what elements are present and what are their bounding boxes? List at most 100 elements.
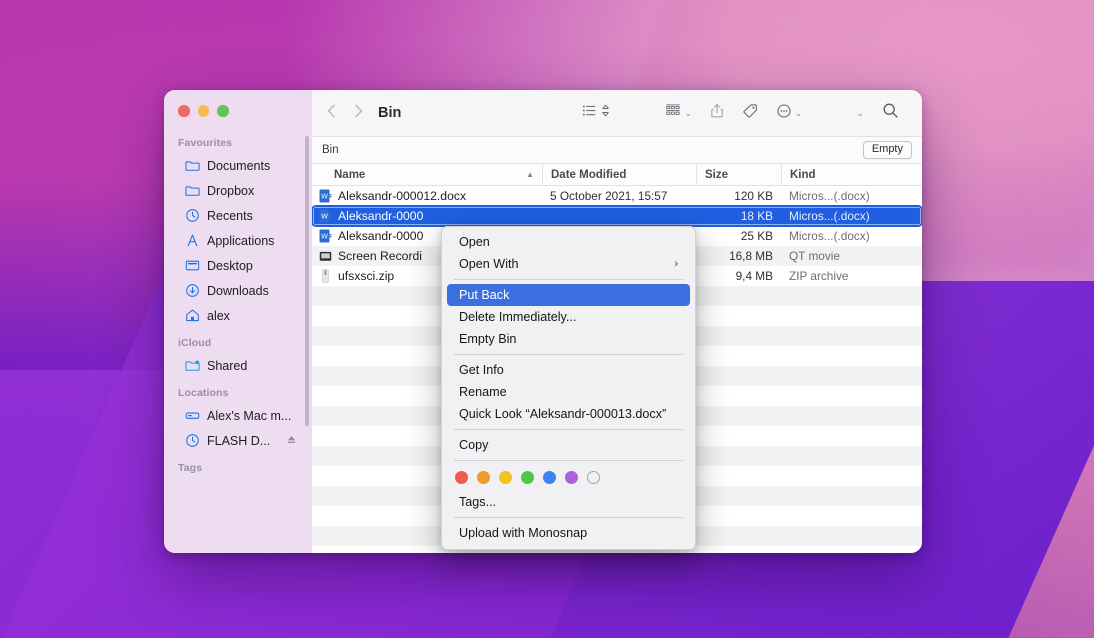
share-icon xyxy=(710,103,724,124)
tag-none-dot[interactable] xyxy=(587,471,600,484)
cell-kind: Micros...(.docx) xyxy=(781,209,922,223)
close-button[interactable] xyxy=(178,105,190,117)
cell-size: 25 KB xyxy=(696,229,781,243)
menu-item-label: Upload with Monosnap xyxy=(459,526,587,540)
table-row[interactable]: W Aleksandr-000012.docx 5 October 2021, … xyxy=(312,186,922,206)
menu-item-copy[interactable]: Copy xyxy=(447,434,690,456)
cell-kind: QT movie xyxy=(781,249,922,263)
toolbar-overflow-button[interactable]: ⌄ xyxy=(847,109,873,118)
movie-icon xyxy=(318,249,332,263)
column-label: Size xyxy=(705,169,728,181)
view-list-button[interactable] xyxy=(573,103,620,123)
sort-caret-icon: ▲ xyxy=(526,170,534,179)
menu-separator xyxy=(454,517,683,518)
menu-item-label: Rename xyxy=(459,385,507,399)
sidebar-item-desktop[interactable]: Desktop xyxy=(171,253,305,278)
eject-icon[interactable] xyxy=(286,434,297,448)
sidebar-item-label: Alex's Mac m... xyxy=(207,409,291,423)
desktop-icon xyxy=(185,258,200,273)
cell-size: 18 KB xyxy=(696,209,781,223)
toolbar-actions: ⌄ ⌄ ⌄ xyxy=(573,102,908,124)
column-header-kind[interactable]: Kind xyxy=(781,164,922,185)
menu-item-empty-bin[interactable]: Empty Bin xyxy=(447,328,690,350)
cell-kind: Micros...(.docx) xyxy=(781,229,922,243)
group-by-button[interactable]: ⌄ xyxy=(656,103,701,123)
sort-updown-icon[interactable] xyxy=(600,103,611,123)
menu-item-label: Tags... xyxy=(459,495,496,509)
pathbar-label: Bin xyxy=(322,144,339,156)
sidebar-item-dropbox[interactable]: Dropbox xyxy=(171,178,305,203)
menu-separator xyxy=(454,354,683,355)
tag-red-dot[interactable] xyxy=(455,471,468,484)
share-button[interactable] xyxy=(701,103,733,124)
sidebar-section-favourites: Favourites xyxy=(164,128,312,153)
zoom-button[interactable] xyxy=(217,105,229,117)
menu-item-upload-with-monosnap[interactable]: Upload with Monosnap xyxy=(447,522,690,544)
sidebar-item-label: Downloads xyxy=(207,284,269,298)
tag-yellow-dot[interactable] xyxy=(499,471,512,484)
column-header-name[interactable]: Name ▲ xyxy=(312,164,542,185)
file-name: Screen Recordi xyxy=(338,249,422,263)
chevron-down-icon[interactable]: ⌄ xyxy=(684,109,692,118)
empty-bin-button[interactable]: Empty xyxy=(863,141,912,160)
cell-date-modified: 5 October 2021, 15:57 xyxy=(542,189,696,203)
sidebar-item-label: Applications xyxy=(207,234,274,248)
menu-item-open[interactable]: Open xyxy=(447,231,690,253)
chevron-down-icon[interactable]: ⌄ xyxy=(795,109,803,118)
sidebar-item-shared[interactable]: Shared xyxy=(171,353,305,378)
context-menu: Open Open With › Put Back Delete Immedia… xyxy=(441,226,696,550)
column-headers: Name ▲ Date Modified Size Kind xyxy=(312,164,922,186)
tag-green-dot[interactable] xyxy=(521,471,534,484)
sidebar-item-flash-drive[interactable]: FLASH D... xyxy=(171,428,305,453)
more-actions-button[interactable]: ⌄ xyxy=(767,103,812,124)
sidebar-item-alexs-mac[interactable]: Alex's Mac m... xyxy=(171,403,305,428)
sidebar-item-alex[interactable]: alex xyxy=(171,303,305,328)
chevron-left-icon[interactable] xyxy=(326,103,337,124)
column-header-date-modified[interactable]: Date Modified xyxy=(542,164,696,185)
sidebar-section-locations: Locations xyxy=(164,378,312,403)
svg-text:W: W xyxy=(321,194,328,201)
sidebar-item-label: alex xyxy=(207,309,230,323)
search-button[interactable] xyxy=(873,102,908,124)
file-name: Aleksandr-0000 xyxy=(338,229,423,243)
pathbar: Bin Empty xyxy=(312,137,922,164)
list-view-icon xyxy=(582,103,597,123)
menu-item-label: Empty Bin xyxy=(459,332,516,346)
menu-item-put-back[interactable]: Put Back xyxy=(447,284,690,306)
sidebar-item-applications[interactable]: Applications xyxy=(171,228,305,253)
table-row[interactable]: W Aleksandr-0000 18 KB Micros...(.docx) xyxy=(312,206,922,226)
sidebar-item-recents[interactable]: Recents xyxy=(171,203,305,228)
menu-item-delete-immediately[interactable]: Delete Immediately... xyxy=(447,306,690,328)
search-icon xyxy=(882,102,899,124)
window-controls xyxy=(178,105,229,117)
tag-orange-dot[interactable] xyxy=(477,471,490,484)
menu-item-get-info[interactable]: Get Info xyxy=(447,359,690,381)
cell-name: W Aleksandr-0000 xyxy=(312,209,542,223)
sidebar-scrollbar[interactable] xyxy=(305,136,309,426)
shared-folder-icon xyxy=(185,358,200,373)
clock-icon xyxy=(185,208,200,223)
sidebar-item-label: Recents xyxy=(207,209,253,223)
menu-item-open-with[interactable]: Open With › xyxy=(447,253,690,275)
menu-item-rename[interactable]: Rename xyxy=(447,381,690,403)
menu-item-tags[interactable]: Tags... xyxy=(447,491,690,513)
tags-button[interactable] xyxy=(733,103,767,124)
cell-kind: Micros...(.docx) xyxy=(781,189,922,203)
menu-item-quick-look[interactable]: Quick Look “Aleksandr-000013.docx” xyxy=(447,403,690,425)
column-header-size[interactable]: Size xyxy=(696,164,781,185)
sidebar-item-documents[interactable]: Documents xyxy=(171,153,305,178)
minimise-button[interactable] xyxy=(198,105,210,117)
tag-purple-dot[interactable] xyxy=(565,471,578,484)
sidebar-item-downloads[interactable]: Downloads xyxy=(171,278,305,303)
group-view-icon xyxy=(665,103,681,123)
toolbar: Bin ⌄ ⌄ xyxy=(312,90,922,137)
tag-blue-dot[interactable] xyxy=(543,471,556,484)
chevron-right-icon[interactable] xyxy=(353,103,364,124)
home-icon xyxy=(185,308,200,323)
more-ellipsis-icon xyxy=(776,103,792,124)
sidebar-item-label: FLASH D... xyxy=(207,434,270,448)
chevron-down-icon[interactable]: ⌄ xyxy=(856,109,864,118)
cell-size: 16,8 MB xyxy=(696,249,781,263)
page-title: Bin xyxy=(378,105,401,121)
sidebar-item-label: Desktop xyxy=(207,259,253,273)
